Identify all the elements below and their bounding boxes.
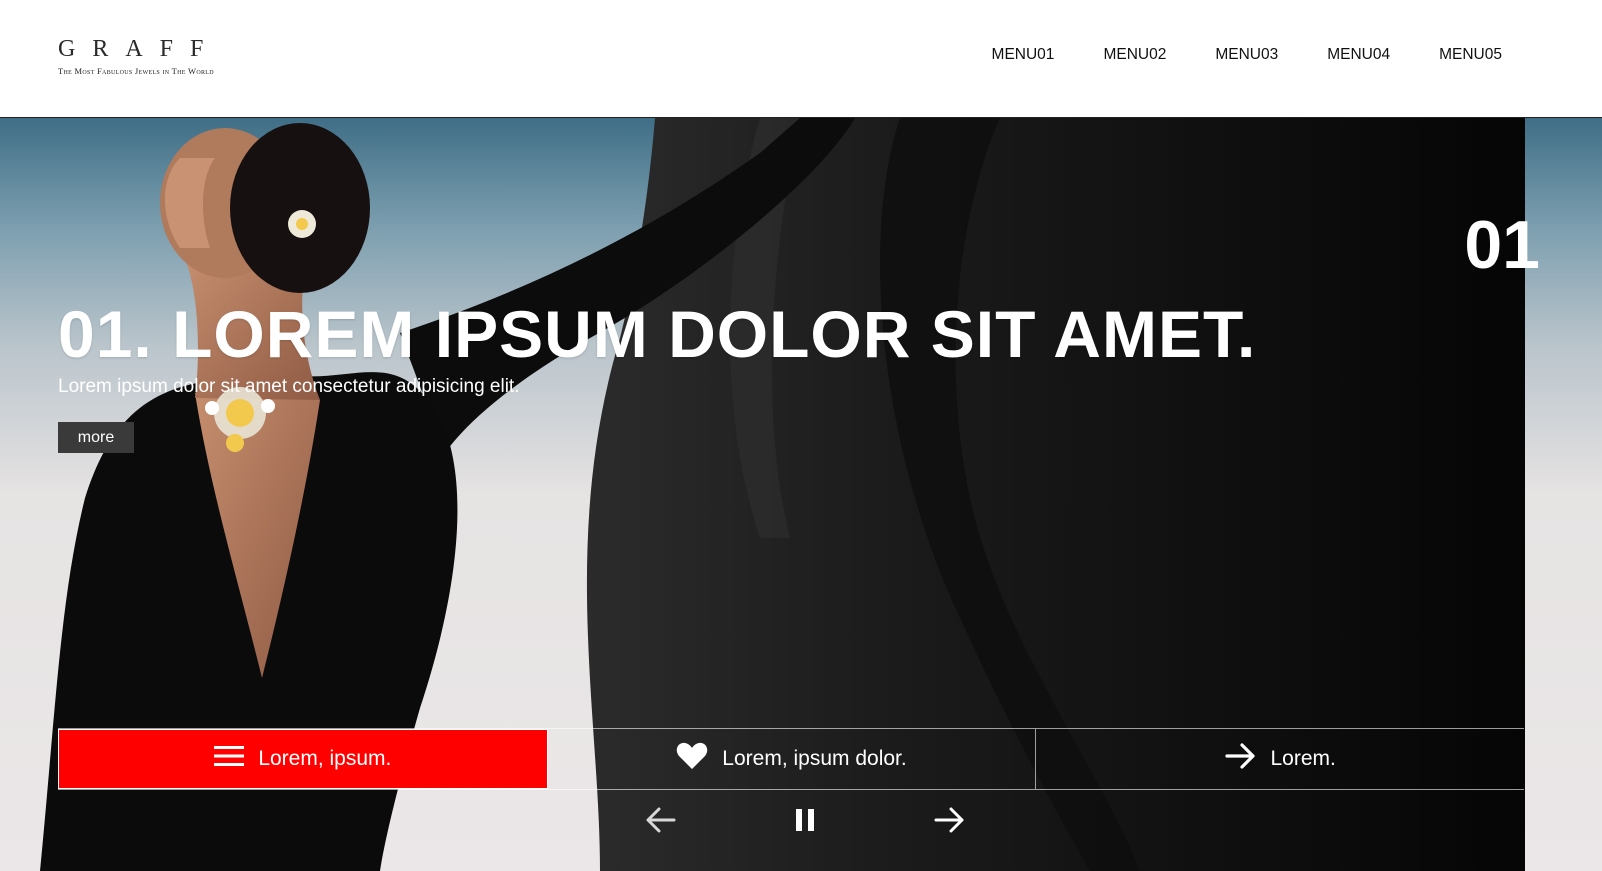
hero-slider: 01 01. LOREM IPSUM DOLOR SIT AMET. Lorem… [0, 118, 1602, 871]
feature-bar: Lorem, ipsum. Lorem, ipsum dolor. Lorem. [58, 728, 1524, 790]
arrow-right-icon [934, 807, 966, 838]
feature-item-2[interactable]: Lorem, ipsum dolor. [548, 729, 1037, 789]
nav-item-menu05[interactable]: MENU05 [1439, 46, 1502, 64]
feature-item-3[interactable]: Lorem. [1036, 729, 1524, 789]
nav-item-menu02[interactable]: MENU02 [1103, 46, 1166, 64]
slider-controls [640, 802, 970, 842]
slide-counter: 01 [1464, 207, 1540, 283]
arrow-left-icon [644, 807, 676, 838]
prev-slide-button[interactable] [640, 802, 680, 842]
arrow-right-icon [1224, 743, 1257, 775]
logo-wordmark: GRAFF [58, 36, 221, 62]
site-header: GRAFF The Most Fabulous Jewels in The Wo… [0, 0, 1602, 118]
logo-tagline: The Most Fabulous Jewels in The World [58, 66, 214, 76]
graff-logo[interactable]: GRAFF The Most Fabulous Jewels in The Wo… [58, 36, 221, 76]
feature-label: Lorem. [1270, 747, 1336, 770]
earring-jewel [288, 210, 316, 238]
hero-title: 01. LOREM IPSUM DOLOR SIT AMET. [58, 297, 1257, 371]
feature-label: Lorem, ipsum dolor. [722, 747, 907, 770]
next-slide-button[interactable] [930, 802, 970, 842]
pause-button[interactable] [785, 802, 825, 842]
feature-label: Lorem, ipsum. [258, 747, 392, 770]
nav-item-menu03[interactable]: MENU03 [1215, 46, 1278, 64]
more-button[interactable]: more [58, 422, 134, 453]
main-nav: MENU01 MENU02 MENU03 MENU04 MENU05 [992, 46, 1502, 64]
menu-icon [214, 744, 245, 774]
hero-subtitle: Lorem ipsum dolor sit amet consectetur a… [58, 376, 520, 397]
feature-item-1[interactable]: Lorem, ipsum. [58, 729, 548, 789]
pause-icon [794, 808, 816, 837]
heart-icon [676, 742, 708, 776]
nav-item-menu01[interactable]: MENU01 [992, 46, 1055, 64]
nav-item-menu04[interactable]: MENU04 [1327, 46, 1390, 64]
